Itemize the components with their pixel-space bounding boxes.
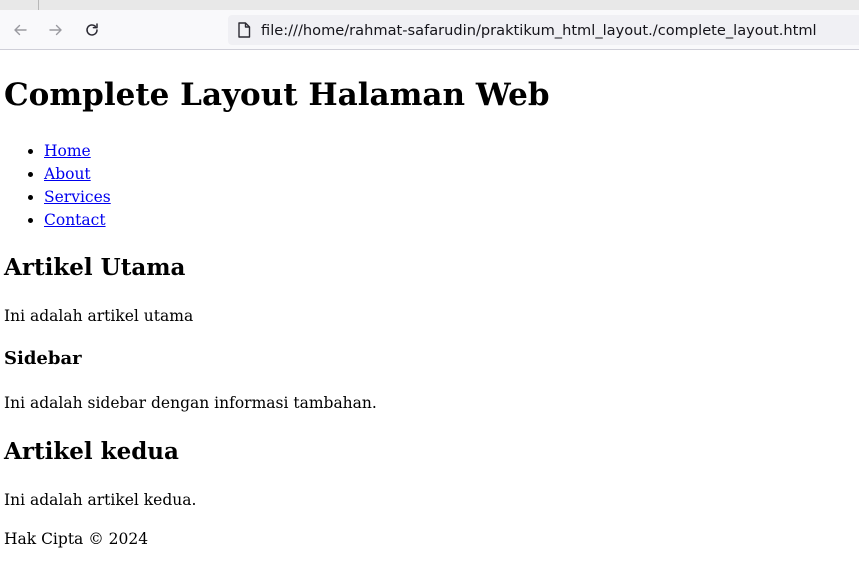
arrow-left-icon [14, 24, 27, 36]
nav-link-services[interactable]: Services [44, 188, 111, 206]
article-second-text: Ini adalah artikel kedua. [4, 491, 197, 509]
nav-link-home[interactable]: Home [44, 142, 91, 160]
reload-button[interactable] [80, 18, 104, 42]
article-second-heading: Artikel kedua [4, 438, 179, 465]
footer-text: Hak Cipta © 2024 [4, 530, 149, 548]
url-text[interactable]: file:///home/rahmat-safarudin/praktikum_… [261, 22, 817, 39]
nav-item-services: Services [44, 186, 111, 209]
page-title: Complete Layout Halaman Web [4, 77, 550, 113]
nav-item-home: Home [44, 140, 111, 163]
forward-button[interactable] [44, 18, 68, 42]
reload-icon [86, 23, 98, 36]
article-main-text: Ini adalah artikel utama [4, 307, 194, 325]
browser-toolbar: file:///home/rahmat-safarudin/praktikum_… [0, 10, 859, 50]
tab-strip [0, 0, 859, 10]
nav-link-contact[interactable]: Contact [44, 211, 106, 229]
nav-link-about[interactable]: About [44, 165, 91, 183]
nav-list: Home About Services Contact [4, 140, 111, 232]
page-content: Complete Layout Halaman Web Home About S… [0, 51, 859, 587]
sidebar-text: Ini adalah sidebar dengan informasi tamb… [4, 394, 377, 412]
arrow-right-icon [49, 24, 62, 36]
sidebar-heading: Sidebar [4, 348, 82, 369]
tab-separator [38, 0, 39, 10]
article-main-heading: Artikel Utama [4, 254, 186, 281]
nav-item-about: About [44, 163, 111, 186]
file-icon [236, 22, 252, 38]
back-button[interactable] [8, 18, 32, 42]
nav-item-contact: Contact [44, 209, 111, 232]
address-bar[interactable]: file:///home/rahmat-safarudin/praktikum_… [228, 15, 859, 45]
